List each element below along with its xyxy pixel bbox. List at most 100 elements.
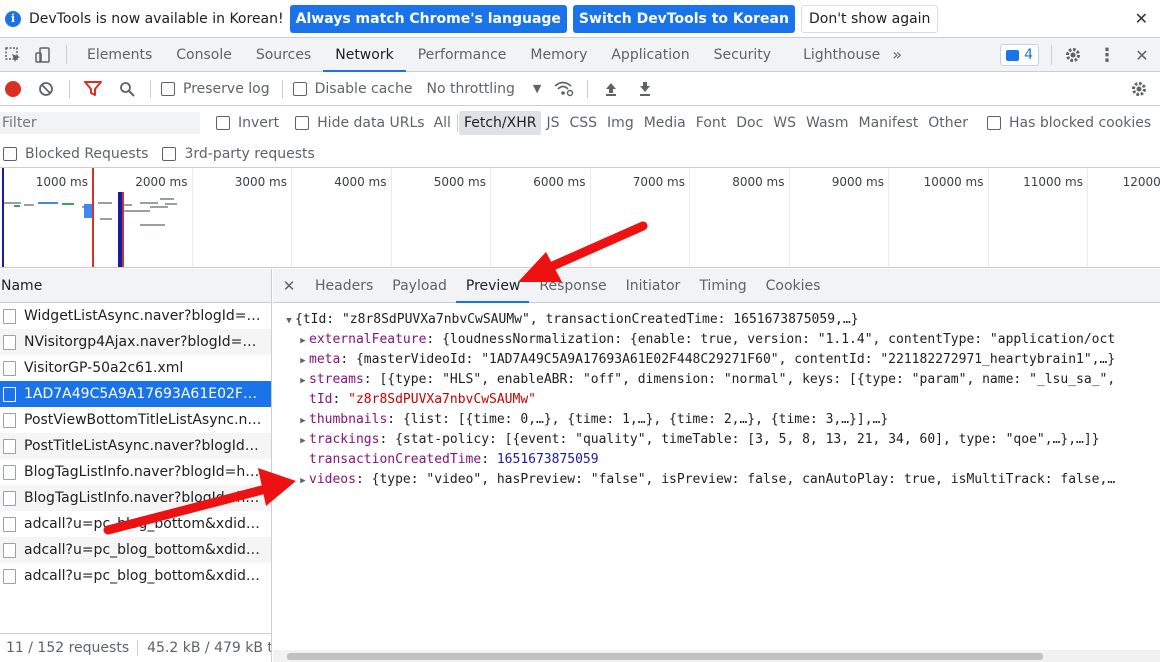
tab-elements[interactable]: Elements [75,38,164,71]
close-devtools-icon[interactable]: ✕ [1124,46,1160,65]
scrollbar-thumb[interactable] [287,653,1043,660]
tab-network[interactable]: Network [323,38,407,72]
upload-icon[interactable] [594,81,628,97]
filter-input[interactable] [0,112,200,134]
tab-cookies[interactable]: Cookies [756,269,830,302]
type-filter-js[interactable]: JS [541,111,564,135]
wifi-settings-icon[interactable] [547,81,581,97]
close-details-icon[interactable]: ✕ [273,269,305,302]
blocked-requests-checkbox[interactable]: Blocked Requests [3,146,148,162]
type-filter-ws[interactable]: WS [768,111,801,135]
json-property-meta[interactable]: ▶ meta: {masterVideoId: "1AD7A49C5A9A1769… [273,350,1160,370]
has-blocked-cookies-checkbox[interactable]: Has blocked cookies [987,115,1151,131]
tab-application[interactable]: Application [599,38,701,71]
request-row[interactable]: adcall?u=pc_blog_bottom&xdid=s... [0,511,271,537]
collapsed-triangle-icon[interactable]: ▶ [297,471,309,491]
request-row[interactable]: VisitorGP-50a2c61.xml [0,355,271,381]
json-property-videos[interactable]: ▶ videos: {type: "video", hasPreview: "fa… [273,470,1160,490]
file-icon [3,386,16,402]
file-icon [3,412,16,428]
checkbox-box[interactable] [295,116,310,130]
checkbox-box[interactable] [987,116,1002,130]
request-row[interactable]: BlogTagListInfo.naver?blogId=hear... [0,459,271,485]
collapsed-triangle-icon[interactable]: ▶ [297,411,309,431]
request-name: BlogTagListInfo.naver?blogId=hear... [24,490,264,506]
blocked-filter-row: Blocked Requests 3rd-party requests [0,140,1160,168]
more-tabs-icon[interactable]: » [892,38,914,71]
tab-sources[interactable]: Sources [244,38,323,71]
invert-checkbox[interactable]: Invert [216,115,279,131]
tab-timing[interactable]: Timing [689,269,755,302]
checkbox-box[interactable] [162,146,177,161]
toolbar-divider [69,79,70,98]
close-icon[interactable]: ✕ [1135,9,1148,28]
tab-performance[interactable]: Performance [406,38,519,71]
tab-preview[interactable]: Preview [455,269,530,303]
inspect-element-icon[interactable] [0,38,28,71]
horizontal-scrollbar[interactable] [273,650,1160,662]
tab-console[interactable]: Console [164,38,244,71]
device-toolbar-icon[interactable] [28,38,58,71]
request-row[interactable]: adcall?u=pc_blog_bottom&xdid=s... [0,563,271,589]
type-filter-wasm[interactable]: Wasm [801,111,853,135]
checkbox-box[interactable] [161,81,175,96]
tab-initiator[interactable]: Initiator [616,269,690,302]
expanded-triangle-icon[interactable]: ▼ [283,311,295,331]
checkbox-box[interactable] [292,81,307,96]
collapsed-triangle-icon[interactable]: ▶ [297,331,309,351]
tab-security[interactable]: Security [702,38,784,71]
record-icon[interactable] [5,80,21,97]
timeline-activity-mark [150,206,168,208]
switch-language-button[interactable]: Switch DevTools to Korean [572,4,795,33]
json-property-thumbnails[interactable]: ▶ thumbnails: {list: [{time: 0,…}, {time:… [273,410,1160,430]
request-row[interactable]: WidgetListAsync.naver?blogId=he... [0,303,271,329]
request-row[interactable]: 1AD7A49C5A9A17693A61E02F448... [0,381,271,407]
checkbox-box[interactable] [216,116,230,130]
hide-data-urls-checkbox[interactable]: Hide data URLs [295,115,425,131]
preserve-log-checkbox[interactable]: Preserve log [161,81,270,97]
network-overview-timeline[interactable]: 1000 ms 2000 ms 3000 ms 4000 ms 5000 ms 6000 … [0,168,1160,268]
kebab-menu-icon[interactable]: ⋮ [1090,45,1124,66]
tab-lighthouse[interactable]: Lighthouse [783,38,892,71]
download-icon[interactable] [628,81,662,97]
tab-headers[interactable]: Headers [305,269,382,302]
type-filter-fetch-xhr[interactable]: Fetch/XHR [458,111,542,135]
third-party-requests-checkbox[interactable]: 3rd-party requests [162,146,315,162]
collapsed-triangle-icon[interactable]: ▶ [297,351,309,371]
dont-show-again-button[interactable]: Don't show again [800,4,939,33]
tab-response[interactable]: Response [529,269,615,302]
request-row[interactable]: BlogTagListInfo.naver?blogId=hear... [0,485,271,511]
network-settings-gear-icon[interactable] [1122,80,1156,98]
clear-icon[interactable] [29,81,63,97]
name-column-header[interactable]: Name [0,269,271,303]
gear-icon[interactable] [1056,46,1090,64]
json-property-trackings[interactable]: ▶ trackings: {stat-policy: [{event: "qual… [273,430,1160,450]
type-filter-img[interactable]: Img [602,111,639,135]
type-filter-other[interactable]: Other [923,111,973,135]
collapsed-triangle-icon[interactable]: ▶ [297,371,309,391]
type-filter-font[interactable]: Font [691,111,731,135]
type-filter-css[interactable]: CSS [564,111,602,135]
request-row[interactable]: PostTitleListAsync.naver?blogId=h... [0,433,271,459]
disable-cache-checkbox[interactable]: Disable cache [292,81,412,97]
collapsed-triangle-icon[interactable]: ▶ [297,431,309,451]
json-property-streams[interactable]: ▶ streams: [{type: "HLS", enableABR: "off… [273,370,1160,390]
match-language-button[interactable]: Always match Chrome's language [289,4,567,33]
checkbox-box[interactable] [3,146,17,161]
request-row[interactable]: adcall?u=pc_blog_bottom&xdid=s... [0,537,271,563]
throttling-select[interactable]: No throttling ▼ [426,81,541,97]
request-row[interactable]: NVisitorgp4Ajax.naver?blogId=he... [0,329,271,355]
type-filter-all[interactable]: All [429,111,456,135]
type-filter-doc[interactable]: Doc [731,111,768,135]
request-row[interactable]: PostViewBottomTitleListAsync.nav... [0,407,271,433]
json-key: externalFeature [309,332,427,347]
json-root-node[interactable]: ▼ {tId: "z8r8SdPUVXa7nbvCwSAUMw", transac… [273,310,1160,330]
tab-payload[interactable]: Payload [382,269,456,302]
type-filter-media[interactable]: Media [639,111,691,135]
filter-icon[interactable] [76,80,110,97]
tab-memory[interactable]: Memory [518,38,599,71]
type-filter-manifest[interactable]: Manifest [854,111,924,135]
json-property-externalFeature[interactable]: ▶ externalFeature: {loudnessNormalization… [273,330,1160,350]
issues-badge[interactable]: 4 [1000,44,1039,66]
search-icon[interactable] [110,81,144,97]
